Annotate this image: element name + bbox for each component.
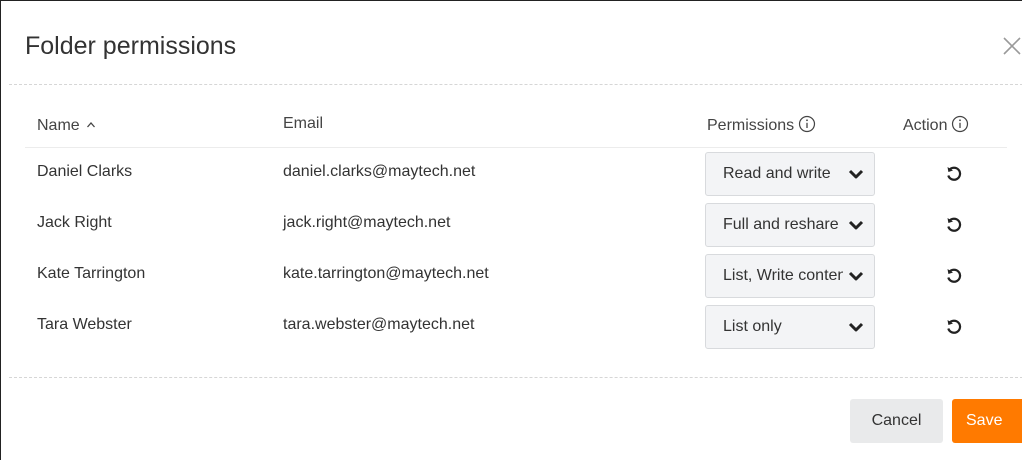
cancel-button[interactable]: Cancel [850,399,943,443]
chevron-down-icon [848,269,864,288]
reset-icon[interactable] [945,216,963,239]
permission-select[interactable]: List only [705,305,875,349]
row-email: daniel.clarks@maytech.net [283,163,476,180]
reset-icon[interactable] [945,318,963,341]
reset-icon[interactable] [945,267,963,290]
permission-select[interactable]: Read and write [705,152,875,196]
row-name: Daniel Clarks [37,163,133,180]
dialog-title: Folder permissions [25,32,237,60]
chevron-down-icon [848,320,864,339]
chevron-down-icon [848,167,864,186]
header-divider [9,84,1022,85]
permission-select[interactable]: Full and reshare [705,203,875,247]
permission-select-value: Read and write [723,165,831,182]
table-row: Tara Webster tara.webster@maytech.net Li… [1,301,1022,351]
close-icon[interactable] [1001,35,1022,57]
column-header-action-label: Action [903,117,948,134]
column-header-permissions: Permissions [707,115,816,138]
column-header-email: Email [283,115,324,132]
row-email: tara.webster@maytech.net [283,316,475,333]
folder-permissions-dialog: Folder permissions Name Email Permission… [0,0,1022,460]
footer-divider [9,377,1022,378]
chevron-up-icon [86,115,96,133]
table-row: Daniel Clarks daniel.clarks@maytech.net … [1,148,1022,198]
permission-select-value: List, Write content [723,267,843,284]
info-icon[interactable] [951,115,969,138]
column-header-name[interactable]: Name [37,115,96,135]
column-header-name-label: Name [37,117,80,134]
chevron-down-icon [848,218,864,237]
row-name: Kate Tarrington [37,265,146,282]
permission-select-value: List only [723,318,782,335]
info-icon[interactable] [798,115,816,138]
permission-select-value: Full and reshare [723,216,839,233]
row-name: Jack Right [37,214,112,231]
row-email: kate.tarrington@maytech.net [283,265,489,282]
column-header-action: Action [903,115,969,138]
row-email: jack.right@maytech.net [283,214,451,231]
table-row: Jack Right jack.right@maytech.net Full a… [1,199,1022,249]
save-button[interactable]: Save [952,399,1022,443]
permission-select[interactable]: List, Write content [705,254,875,298]
table-row: Kate Tarrington kate.tarrington@maytech.… [1,250,1022,300]
row-name: Tara Webster [37,316,132,333]
reset-icon[interactable] [945,165,963,188]
column-header-permissions-label: Permissions [707,117,795,134]
